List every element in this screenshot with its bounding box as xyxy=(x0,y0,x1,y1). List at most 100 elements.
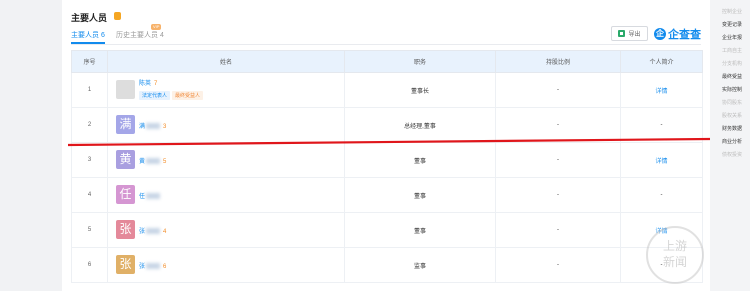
header-name: 姓名 xyxy=(107,50,345,73)
table-row: 1 陈英 7 法定代表人 最终受益人 董事长 - 详情 xyxy=(71,72,703,108)
related-company-count: 7 xyxy=(154,81,158,87)
person-name: 黄 xyxy=(139,159,146,165)
export-button[interactable]: 导出 xyxy=(611,26,648,41)
person-avatar[interactable]: 满 xyxy=(116,115,135,134)
blurred-name-mask xyxy=(146,228,161,235)
row-position: 董事 xyxy=(344,142,496,178)
tag-beneficial-owner: 最终受益人 xyxy=(172,91,204,100)
related-company-count: 6 xyxy=(163,264,167,270)
row-name-cell: 陈英 7 法定代表人 最终受益人 xyxy=(107,72,345,108)
person-name: 张 xyxy=(139,264,146,270)
row-index: 2 xyxy=(71,107,108,143)
row-intro: - xyxy=(620,177,703,213)
tag-legal-representative: 法定代表人 xyxy=(139,91,171,100)
brand-name: 企查查 xyxy=(668,29,701,41)
related-company-count: 4 xyxy=(163,229,167,235)
row-share: - xyxy=(495,177,621,213)
row-position: 董事 xyxy=(344,177,496,213)
tabs-divider xyxy=(71,44,701,45)
right-nav-item[interactable]: 分支机构 xyxy=(722,60,742,67)
tab-main-persons[interactable]: 主要人员 6 xyxy=(71,30,105,44)
person-name-link[interactable]: 陈英 7 xyxy=(139,78,157,87)
right-nav-item[interactable]: 债权投资 xyxy=(722,151,742,158)
header-intro: 个人简介 xyxy=(620,50,703,73)
blurred-name-mask xyxy=(146,193,161,200)
person-name-link[interactable]: 满3 xyxy=(139,121,166,130)
table-row: 3 黄黄 5 董事 - 详情 xyxy=(71,142,703,178)
table-row: 2 满满 3 总经理,董事 - - xyxy=(71,107,703,143)
right-nav-item[interactable]: 工商自主 xyxy=(722,47,742,54)
person-name-link[interactable]: 任 xyxy=(139,191,161,200)
person-name: 陈英 xyxy=(139,81,152,87)
person-tags: 法定代表人 最终受益人 xyxy=(139,91,204,100)
row-intro-link[interactable]: 详情 xyxy=(620,72,703,108)
right-nav-item[interactable]: 股权关系 xyxy=(722,112,742,119)
page-left-background xyxy=(0,0,62,291)
qichacha-logo-icon: 企 xyxy=(654,28,666,40)
right-nav-item[interactable]: 协同股东 xyxy=(722,99,742,106)
person-avatar[interactable] xyxy=(116,80,135,99)
header-position: 职务 xyxy=(344,50,496,73)
row-index: 5 xyxy=(71,212,108,248)
person-name: 任 xyxy=(139,194,146,200)
vip-badge: VIP xyxy=(151,24,162,30)
person-name-link[interactable]: 黄5 xyxy=(139,156,166,165)
table-row: 5 张张 4 董事 - 详情 xyxy=(71,212,703,248)
row-share: - xyxy=(495,212,621,248)
right-nav-item[interactable]: 控制企业 xyxy=(722,8,742,15)
blurred-name-mask xyxy=(146,263,161,270)
header-index: 序号 xyxy=(71,50,108,73)
row-index: 1 xyxy=(71,72,108,108)
person-avatar[interactable]: 张 xyxy=(116,255,135,274)
person-name-link[interactable]: 张6 xyxy=(139,261,166,270)
main-persons-card: 主要人员 主要人员 6 历史主要人员 4 VIP 导出 企 企查查 序号 姓名 … xyxy=(62,0,710,291)
row-position: 董事 xyxy=(344,212,496,248)
person-name: 张 xyxy=(139,229,146,235)
table-row: 6 张张 6 监事 - - xyxy=(71,247,703,283)
person-name-link[interactable]: 张4 xyxy=(139,226,166,235)
right-nav-item[interactable]: 商业分析 xyxy=(722,138,742,145)
table-header-row: 序号 姓名 职务 持股比例 个人简介 xyxy=(71,50,703,73)
row-index: 3 xyxy=(71,142,108,178)
row-index: 4 xyxy=(71,177,108,213)
table-row: 4 任任董事 - - xyxy=(71,177,703,213)
right-nav-item[interactable]: 实际控制 xyxy=(722,86,742,93)
right-nav-item[interactable]: 最终受益 xyxy=(722,73,742,80)
row-position: 监事 xyxy=(344,247,496,283)
persons-table: 序号 姓名 职务 持股比例 个人简介 1 陈英 7 法定代表人 最终受益人 董事长 - 详情 2… xyxy=(71,50,703,283)
row-intro: - xyxy=(620,107,703,143)
row-share: - xyxy=(495,142,621,178)
section-title: 主要人员 xyxy=(71,13,108,23)
row-position: 董事长 xyxy=(344,72,496,108)
person-avatar[interactable]: 张 xyxy=(116,220,135,239)
related-company-count: 5 xyxy=(163,159,167,165)
brand-logo: 企 企查查 xyxy=(654,26,701,42)
tab-history-persons[interactable]: 历史主要人员 4 xyxy=(116,30,164,40)
excel-icon xyxy=(618,30,626,37)
row-share: - xyxy=(495,72,621,108)
person-name: 满 xyxy=(139,124,146,130)
right-nav-item[interactable]: 财务数据 xyxy=(722,125,742,132)
blurred-name-mask xyxy=(146,123,161,130)
person-avatar[interactable]: 任 xyxy=(116,185,135,204)
right-nav-item[interactable]: 企业年报 xyxy=(722,34,742,41)
news-watermark-logo: 上游 新闻 xyxy=(646,226,704,284)
vip-crown-icon xyxy=(114,12,121,20)
related-company-count: 3 xyxy=(163,124,167,130)
row-name-cell: 张张6 xyxy=(107,247,345,283)
row-share: - xyxy=(495,107,621,143)
row-name-cell: 张张4 xyxy=(107,212,345,248)
row-name-cell: 满满3 xyxy=(107,107,345,143)
header-share: 持股比例 xyxy=(495,50,621,73)
person-avatar[interactable]: 黄 xyxy=(116,150,135,169)
row-intro-link[interactable]: 详情 xyxy=(620,142,703,178)
row-name-cell: 黄黄5 xyxy=(107,142,345,178)
right-nav-item[interactable]: 变更记录 xyxy=(722,21,742,28)
row-name-cell: 任任 xyxy=(107,177,345,213)
row-position: 总经理,董事 xyxy=(344,107,496,143)
export-label: 导出 xyxy=(628,32,641,38)
blurred-name-mask xyxy=(146,158,161,165)
right-nav-panel: 控制企业变更记录企业年报工商自主分支机构最终受益实际控制协同股东股权关系财务数据… xyxy=(712,0,750,291)
row-index: 6 xyxy=(71,247,108,283)
row-share: - xyxy=(495,247,621,283)
